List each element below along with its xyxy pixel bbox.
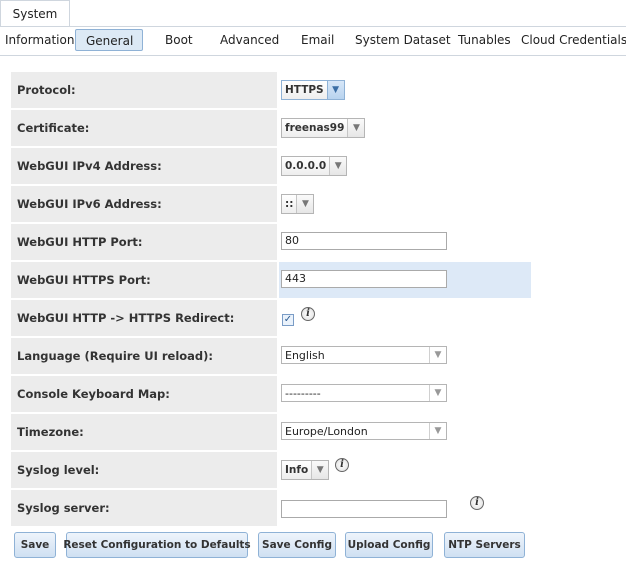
row-syslog-server: Syslog server: i: [11, 490, 531, 528]
syslog-level-select[interactable]: Info ▼: [281, 460, 330, 480]
chevron-down-icon: ▼: [329, 157, 347, 175]
timezone-label: Timezone:: [11, 414, 277, 450]
info-icon[interactable]: i: [301, 307, 315, 321]
subtab-email[interactable]: Email: [301, 29, 334, 51]
certificate-label: Certificate:: [11, 110, 277, 146]
https-port-label: WebGUI HTTPS Port:: [11, 262, 277, 298]
row-certificate: Certificate: freenas99 ▼: [11, 110, 531, 148]
redirect-checkbox[interactable]: ✓: [282, 314, 294, 326]
language-label: Language (Require UI reload):: [11, 338, 277, 374]
subtab-bar: Information General Boot Advanced Email …: [0, 26, 626, 56]
row-ipv6: WebGUI IPv6 Address: :: ▼: [11, 186, 531, 224]
subtab-general[interactable]: General: [75, 29, 143, 51]
ipv4-select[interactable]: 0.0.0.0 ▼: [281, 156, 348, 176]
save-config-button[interactable]: Save Config: [258, 532, 336, 558]
protocol-label: Protocol:: [11, 72, 277, 108]
general-settings-form: Protocol: HTTPS ▼ Certificate: freenas99…: [11, 72, 531, 528]
row-https-port: WebGUI HTTPS Port: 443: [11, 262, 531, 300]
timezone-select[interactable]: Europe/London ▼: [281, 422, 447, 440]
chevron-down-icon: ▼: [347, 119, 365, 137]
chevron-down-icon: ▼: [296, 195, 314, 213]
syslog-server-input[interactable]: [281, 500, 447, 518]
ipv6-label: WebGUI IPv6 Address:: [11, 186, 277, 222]
upload-config-button[interactable]: Upload Config: [345, 532, 433, 558]
syslog-server-label: Syslog server:: [11, 490, 277, 526]
tab-system[interactable]: System: [0, 0, 70, 26]
subtab-boot[interactable]: Boot: [165, 29, 193, 51]
chevron-down-icon: ▼: [326, 81, 344, 99]
ntp-servers-button[interactable]: NTP Servers: [444, 532, 525, 558]
subtab-system-dataset[interactable]: System Dataset: [355, 29, 451, 51]
redirect-label: WebGUI HTTP -> HTTPS Redirect:: [11, 300, 277, 336]
subtab-advanced[interactable]: Advanced: [220, 29, 279, 51]
language-select[interactable]: English ▼: [281, 346, 447, 364]
save-button[interactable]: Save: [14, 532, 56, 558]
row-redirect: WebGUI HTTP -> HTTPS Redirect: ✓ i: [11, 300, 531, 338]
syslog-level-label: Syslog level:: [11, 452, 277, 488]
row-syslog-level: Syslog level: Info ▼ i: [11, 452, 531, 490]
reset-defaults-button[interactable]: Reset Configuration to Defaults: [63, 532, 251, 558]
row-protocol: Protocol: HTTPS ▼: [11, 72, 531, 110]
keymap-select[interactable]: --------- ▼: [281, 384, 447, 402]
row-timezone: Timezone: Europe/London ▼: [11, 414, 531, 452]
row-keymap: Console Keyboard Map: --------- ▼: [11, 376, 531, 414]
row-language: Language (Require UI reload): English ▼: [11, 338, 531, 376]
tab-system-label: System: [12, 6, 58, 21]
keymap-label: Console Keyboard Map:: [11, 376, 277, 412]
subtab-tunables[interactable]: Tunables: [458, 29, 511, 51]
subtab-cloud-credentials[interactable]: Cloud Credentials: [521, 29, 626, 51]
http-port-input[interactable]: 80: [281, 232, 447, 250]
ipv4-label: WebGUI IPv4 Address:: [11, 148, 277, 184]
subtab-information[interactable]: Information: [5, 29, 74, 51]
chevron-down-icon: ▼: [429, 347, 446, 363]
certificate-select[interactable]: freenas99 ▼: [281, 118, 366, 138]
http-port-label: WebGUI HTTP Port:: [11, 224, 277, 260]
row-http-port: WebGUI HTTP Port: 80: [11, 224, 531, 262]
chevron-down-icon: ▼: [429, 385, 446, 401]
ipv6-select[interactable]: :: ▼: [281, 194, 315, 214]
protocol-select[interactable]: HTTPS ▼: [281, 80, 345, 100]
chevron-down-icon: ▼: [311, 461, 329, 479]
https-port-input[interactable]: 443: [281, 270, 447, 288]
chevron-down-icon: ▼: [429, 423, 446, 439]
info-icon[interactable]: i: [470, 496, 484, 510]
info-icon[interactable]: i: [335, 458, 349, 472]
row-ipv4: WebGUI IPv4 Address: 0.0.0.0 ▼: [11, 148, 531, 186]
